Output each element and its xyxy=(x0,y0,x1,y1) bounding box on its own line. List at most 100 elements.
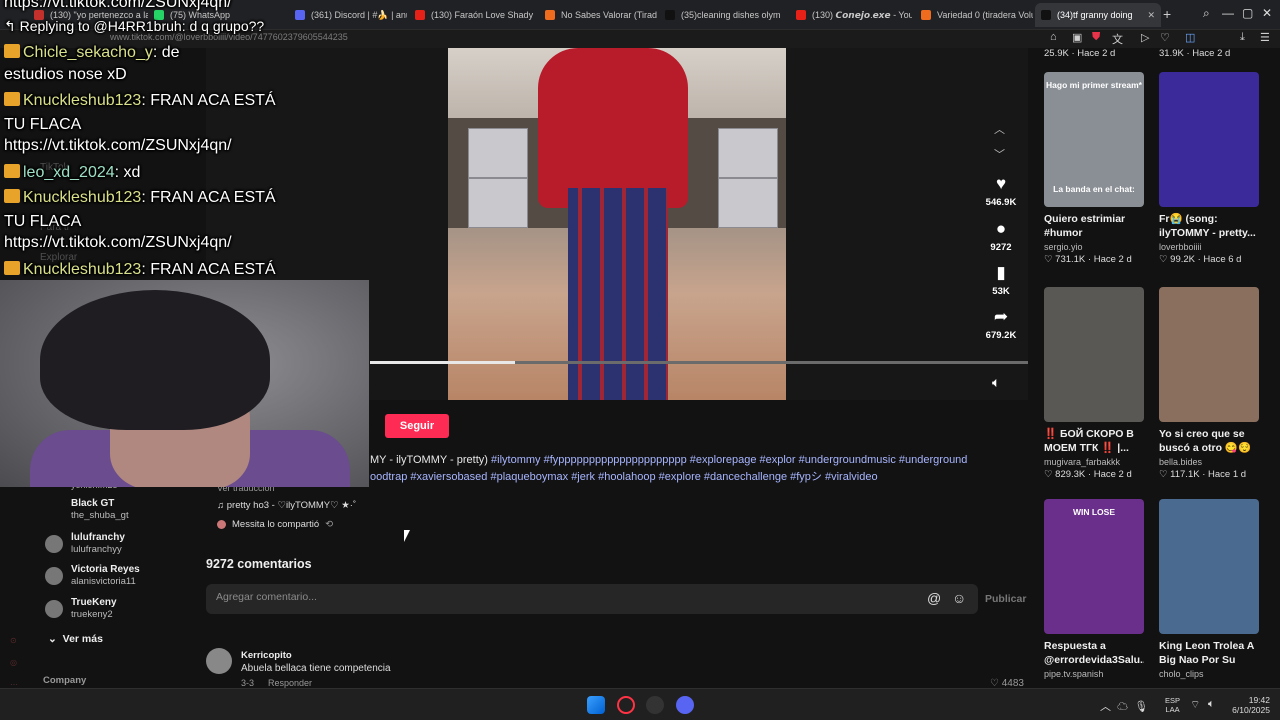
card-meta: ♡ 829.3K · Hace 2 d xyxy=(1044,469,1132,480)
avatar xyxy=(217,520,226,529)
clock[interactable]: 19:42 6/10/2025 xyxy=(1226,695,1270,715)
following-item[interactable]: Victoria Reyes alanisvictoria11 xyxy=(45,564,140,588)
commenter-avatar[interactable] xyxy=(206,648,232,674)
video-frame[interactable] xyxy=(448,48,786,400)
video-thumbnail[interactable] xyxy=(1044,287,1144,422)
repost-icon[interactable]: ⟲ xyxy=(325,519,333,530)
mention-icon[interactable]: @ xyxy=(927,590,941,606)
post-description-line2[interactable]: oodtrap #xaviersobased #plaqueboymax #je… xyxy=(370,468,878,484)
browser-tab[interactable]: (130) 𝘾𝙤𝙣𝙚𝙟𝙤.𝙚𝙭𝙚 - YouTu xyxy=(790,3,912,27)
comment-icon[interactable]: ● xyxy=(980,219,1022,239)
video-thumbnail[interactable]: Hago mi primer stream* La banda en el cha… xyxy=(1044,72,1144,207)
chat-username: Knuckleshub123 xyxy=(23,189,142,206)
browser-tab[interactable]: (34)tf granny doing ✕ xyxy=(1035,3,1161,27)
browser-tab[interactable]: Variedad 0 (tiradera Volu xyxy=(915,3,1033,27)
following-text: Black GT the_shuba_gt xyxy=(71,498,129,522)
browser-tab[interactable]: No Sabes Valorar (Tiradera xyxy=(539,3,657,27)
card-author[interactable]: cholo_clips xyxy=(1159,669,1259,679)
related-video-card[interactable]: Fr😭 (song: ilyTOMMY - pretty... loverbboi… xyxy=(1159,72,1259,265)
emoji-icon[interactable]: ☺ xyxy=(952,590,966,606)
related-count: 31.9K · Hace 2 d xyxy=(1159,48,1231,59)
shield-icon[interactable]: ⛊ xyxy=(1092,31,1100,44)
language-indicator[interactable]: ESP LAA xyxy=(1165,696,1180,714)
video-action[interactable]: ➦ 679.2K xyxy=(980,307,1022,341)
crown-icon xyxy=(4,92,20,106)
close-window-icon[interactable]: ✕ xyxy=(1262,6,1272,20)
video-thumbnail[interactable] xyxy=(1159,72,1259,207)
card-author[interactable]: mugivara_farbakkk xyxy=(1044,457,1144,467)
video-action[interactable]: ▮ 53K xyxy=(980,263,1022,297)
heart-icon[interactable]: ♥ xyxy=(980,174,1022,194)
video-thumbnail[interactable] xyxy=(1159,287,1259,422)
following-name: TrueKeny xyxy=(71,597,117,608)
video-action[interactable]: ♥ 546.9K xyxy=(980,174,1022,208)
video-action[interactable]: ● 9272 xyxy=(980,219,1022,253)
maximize-icon[interactable]: ▢ xyxy=(1242,6,1253,20)
comment-input[interactable] xyxy=(216,591,816,603)
translate-icon[interactable]: 文 xyxy=(1112,31,1123,47)
extension-icon[interactable]: ⌂ xyxy=(1050,31,1057,43)
opera-icon[interactable] xyxy=(617,696,635,714)
video-thumbnail[interactable]: WIN LOSE xyxy=(1044,499,1144,634)
comments-title: 9272 comentarios xyxy=(206,557,312,571)
card-author[interactable]: sergio.yio xyxy=(1044,242,1144,252)
tab-label: (34)tf granny doing xyxy=(1057,10,1133,20)
publish-button[interactable]: Publicar xyxy=(985,593,1026,605)
download-icon[interactable]: ⤓ xyxy=(1240,31,1245,44)
browser-tab[interactable]: (35)cleaning dishes olym xyxy=(659,3,787,27)
follow-button[interactable]: Seguir xyxy=(385,414,449,438)
related-video-card[interactable]: Yo si creo que se buscó a otro 😋😌 bella.b… xyxy=(1159,287,1259,480)
new-tab-button[interactable]: + xyxy=(1163,6,1171,22)
previous-video-icon[interactable]: ︿ xyxy=(994,121,1005,137)
chat-reply-text: Replying to @H4RR1bruh: d q grupo?? xyxy=(19,18,265,34)
following-item[interactable]: Black GT the_shuba_gt xyxy=(71,498,129,522)
related-video-card[interactable]: WIN LOSE Respuesta a @errordevida3Salu...… xyxy=(1044,499,1144,679)
hashtags[interactable]: #ilytommy #fyppppppppppppppppppppp #expl… xyxy=(491,454,967,466)
person-red-sweater xyxy=(538,48,688,208)
menu-icon[interactable]: ☰ xyxy=(1260,31,1270,44)
music-link[interactable]: ♫ pretty ho3 - ♡ilyTOMMY♡ ★·˚ xyxy=(217,500,356,511)
windows-start-icon[interactable] xyxy=(587,696,605,714)
share-icon[interactable]: ➦ xyxy=(980,307,1022,327)
chat-line: ↰ Replying to @H4RR1bruh: d q grupo?? xyxy=(4,18,264,35)
next-video-icon[interactable]: ﹀ xyxy=(994,146,1005,162)
play-icon[interactable]: ▷ xyxy=(1141,31,1149,44)
network-icon[interactable]: ⌔ xyxy=(1190,698,1200,712)
commenter-name[interactable]: Kerricopito xyxy=(241,650,292,661)
minimize-icon[interactable]: — xyxy=(1222,6,1234,20)
system-tray[interactable]: ︿ ☁ 🎙︎ xyxy=(1100,698,1148,714)
browser-tab[interactable]: (130) Faraón Love Shady xyxy=(409,3,537,27)
reply-button[interactable]: Responder xyxy=(268,678,312,688)
obs-icon[interactable] xyxy=(646,696,664,714)
comment-box[interactable]: @ ☺ xyxy=(206,584,978,614)
related-video-card[interactable]: Hago mi primer stream* La banda en el cha… xyxy=(1044,72,1144,265)
chat-line: Knuckleshub123: FRAN ACA ESTÁ xyxy=(4,92,276,110)
ver-mas-button[interactable]: ⌄ Ver más xyxy=(48,633,103,645)
search-tabs-icon[interactable]: ⌕ xyxy=(1203,6,1210,21)
related-video-card[interactable]: King Leon Trolea A Big Nao Por Su Ma... c… xyxy=(1159,499,1259,679)
bookmark-icon[interactable]: ▮ xyxy=(980,263,1022,283)
discord-icon[interactable] xyxy=(676,696,694,714)
close-tab-icon[interactable]: ✕ xyxy=(1147,10,1155,21)
chat-text: : FRAN ACA ESTÁ xyxy=(141,189,276,206)
related-video-card[interactable]: ‼️ БОЙ СКОРО В МОЕМ ТГК ‼️ |... mugivara_… xyxy=(1044,287,1144,480)
avatar xyxy=(45,567,63,585)
following-item[interactable]: TrueKeny truekeny2 xyxy=(45,597,117,621)
card-title: King Leon Trolea A Big Nao Por Su Ma... xyxy=(1159,640,1254,666)
card-author[interactable]: loverbboiiii xyxy=(1159,242,1259,252)
sidebar-toggle-icon[interactable]: ◫ xyxy=(1185,31,1195,44)
speaker-icon[interactable]: 🔈︎ xyxy=(1208,698,1215,711)
screenshot-icon[interactable]: ▣ xyxy=(1072,31,1082,44)
card-author[interactable]: bella.bides xyxy=(1159,457,1259,467)
browser-tab[interactable]: (361) Discord | #🍌 | anur xyxy=(289,3,407,27)
following-item[interactable]: lulufranchy lulufranchyy xyxy=(45,532,125,556)
video-thumbnail[interactable] xyxy=(1159,499,1259,634)
following-handle: the_shuba_gt xyxy=(71,510,129,521)
chat-line: https://vt.tiktok.com/ZSUNxj4qn/ xyxy=(4,234,232,251)
card-author[interactable]: pipe.tv.spanish xyxy=(1044,669,1144,679)
volume-icon[interactable]: 🔈︎ xyxy=(992,374,1000,391)
favorite-icon[interactable]: ♡ xyxy=(1160,31,1170,44)
company-link[interactable]: Company xyxy=(43,675,86,686)
person-plaid-pants xyxy=(568,188,668,400)
video-progress-bar[interactable] xyxy=(370,361,1028,364)
